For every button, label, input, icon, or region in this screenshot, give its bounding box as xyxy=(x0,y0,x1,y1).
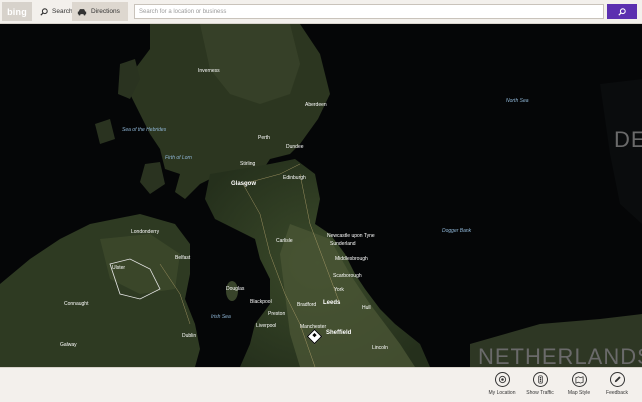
label-liverpool: Liverpool xyxy=(256,323,277,329)
label-irish-sea: Irish Sea xyxy=(211,314,231,320)
brand-text: bing xyxy=(7,6,27,17)
feedback-button[interactable]: Feedback xyxy=(597,372,637,396)
label-connaught: Connaught xyxy=(64,301,89,307)
traffic-light-icon xyxy=(532,372,548,387)
label-dublin: Dublin xyxy=(182,333,197,339)
map-style-icon xyxy=(571,372,587,387)
search-input[interactable]: Search for a location or business xyxy=(134,4,604,19)
label-sheffield: Sheffield xyxy=(326,330,352,336)
car-icon xyxy=(77,8,87,15)
my-location-button[interactable]: My Location xyxy=(482,372,522,396)
label-sea-hebrides: Sea of the Hebrides xyxy=(122,127,167,133)
search-button[interactable] xyxy=(607,4,637,19)
label-stirling: Stirling xyxy=(240,161,256,167)
label-ulster: Ulster xyxy=(112,265,126,271)
label-belfast: Belfast xyxy=(175,255,191,261)
label-carlisle: Carlisle xyxy=(276,238,293,244)
label-partial-country: DE xyxy=(614,127,642,152)
label-bradford: Bradford xyxy=(297,302,317,308)
pencil-icon xyxy=(609,372,625,387)
label-lincoln: Lincoln xyxy=(372,345,388,351)
label-dundee: Dundee xyxy=(286,144,304,150)
label-firth-lorn: Firth of Lorn xyxy=(165,155,192,161)
top-bar: bing Search Directions Search for a loca… xyxy=(0,0,642,24)
label-scarborough: Scarborough xyxy=(333,273,362,279)
map-style-button[interactable]: Map Style xyxy=(559,372,599,396)
show-traffic-button[interactable]: Show Traffic xyxy=(520,372,560,396)
label-douglas: Douglas xyxy=(226,286,245,292)
label-newcastle: Newcastle upon Tyne xyxy=(327,233,375,239)
search-icon xyxy=(618,7,626,16)
map-canvas[interactable]: North Sea Sea of the Hebrides Firth of L… xyxy=(0,24,642,367)
label-leeds: Leeds xyxy=(323,300,341,306)
label-preston: Preston xyxy=(268,311,286,317)
my-location-label: My Location xyxy=(488,390,516,396)
label-york: York xyxy=(334,287,344,293)
tab-directions[interactable]: Directions xyxy=(72,2,128,21)
show-traffic-label: Show Traffic xyxy=(526,390,554,396)
tab-search-label: Search xyxy=(52,8,73,15)
tab-search[interactable]: Search xyxy=(35,2,73,21)
label-aberdeen: Aberdeen xyxy=(305,102,327,108)
target-icon xyxy=(494,372,510,387)
satellite-terrain xyxy=(0,24,642,367)
label-north-sea: North Sea xyxy=(506,98,529,104)
label-hull: Hull xyxy=(362,305,371,311)
map-style-label: Map Style xyxy=(567,390,591,396)
label-dogger-bank: Dogger Bank xyxy=(442,228,472,234)
label-glasgow: Glasgow xyxy=(231,181,257,187)
feedback-label: Feedback xyxy=(606,390,628,396)
tab-directions-label: Directions xyxy=(91,8,120,15)
label-galway: Galway xyxy=(60,342,77,348)
label-netherlands: NETHERLANDS xyxy=(478,344,642,368)
label-londonderry: Londonderry xyxy=(131,229,160,235)
label-inverness: Inverness xyxy=(198,68,220,74)
search-icon xyxy=(40,7,48,16)
label-sunderland: Sunderland xyxy=(330,241,356,247)
label-perth: Perth xyxy=(258,135,270,141)
bing-logo[interactable]: bing xyxy=(2,2,32,21)
label-middlesbrough: Middlesbrough xyxy=(335,256,368,262)
label-blackpool: Blackpool xyxy=(250,299,272,305)
label-edinburgh: Edinburgh xyxy=(283,175,306,181)
app-bar: My Location Show Traffic Map Style Feedb… xyxy=(0,367,642,402)
